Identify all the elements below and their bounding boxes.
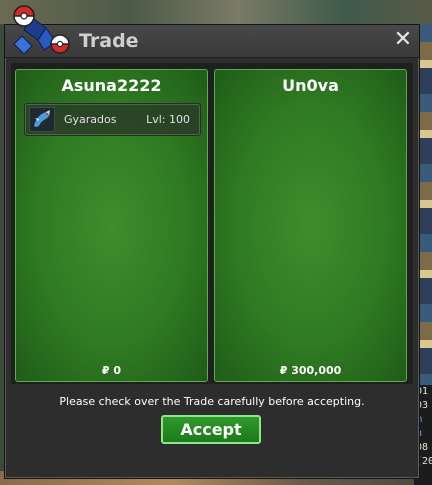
item-name: Gyarados xyxy=(64,113,117,126)
pokeball-logo-icon xyxy=(2,2,76,64)
money-amount-right: 300,000 xyxy=(291,364,342,377)
gyarados-icon xyxy=(29,107,55,132)
trade-panel-right: Un0va ₽ 300,000 xyxy=(214,69,407,382)
item-level: Lvl: 100 xyxy=(146,113,190,126)
currency-symbol: ₽ xyxy=(279,364,288,377)
trade-item-slot[interactable]: Gyarados Lvl: 100 xyxy=(24,103,201,136)
player-name-left: Asuna2222 xyxy=(61,76,162,95)
trade-notice: Please check over the Trade carefully be… xyxy=(59,395,365,408)
accept-button[interactable]: Accept xyxy=(161,415,261,444)
trade-window: Trade ✕ Asuna2222 Gyarados Lvl: 100 ₽ 0 … xyxy=(4,24,420,479)
player-name-right: Un0va xyxy=(282,76,339,95)
money-amount-left: 0 xyxy=(113,364,122,377)
close-icon[interactable]: ✕ xyxy=(393,29,413,51)
trade-panel-left: Asuna2222 Gyarados Lvl: 100 ₽ 0 xyxy=(15,69,208,382)
trade-panels: Asuna2222 Gyarados Lvl: 100 ₽ 0 Un0va ₽ … xyxy=(11,63,413,384)
currency-symbol: ₽ xyxy=(101,364,110,377)
window-title: Trade xyxy=(79,30,139,52)
money-offer-left: ₽ 0 xyxy=(16,364,207,377)
money-offer-right: ₽ 300,000 xyxy=(215,364,406,377)
